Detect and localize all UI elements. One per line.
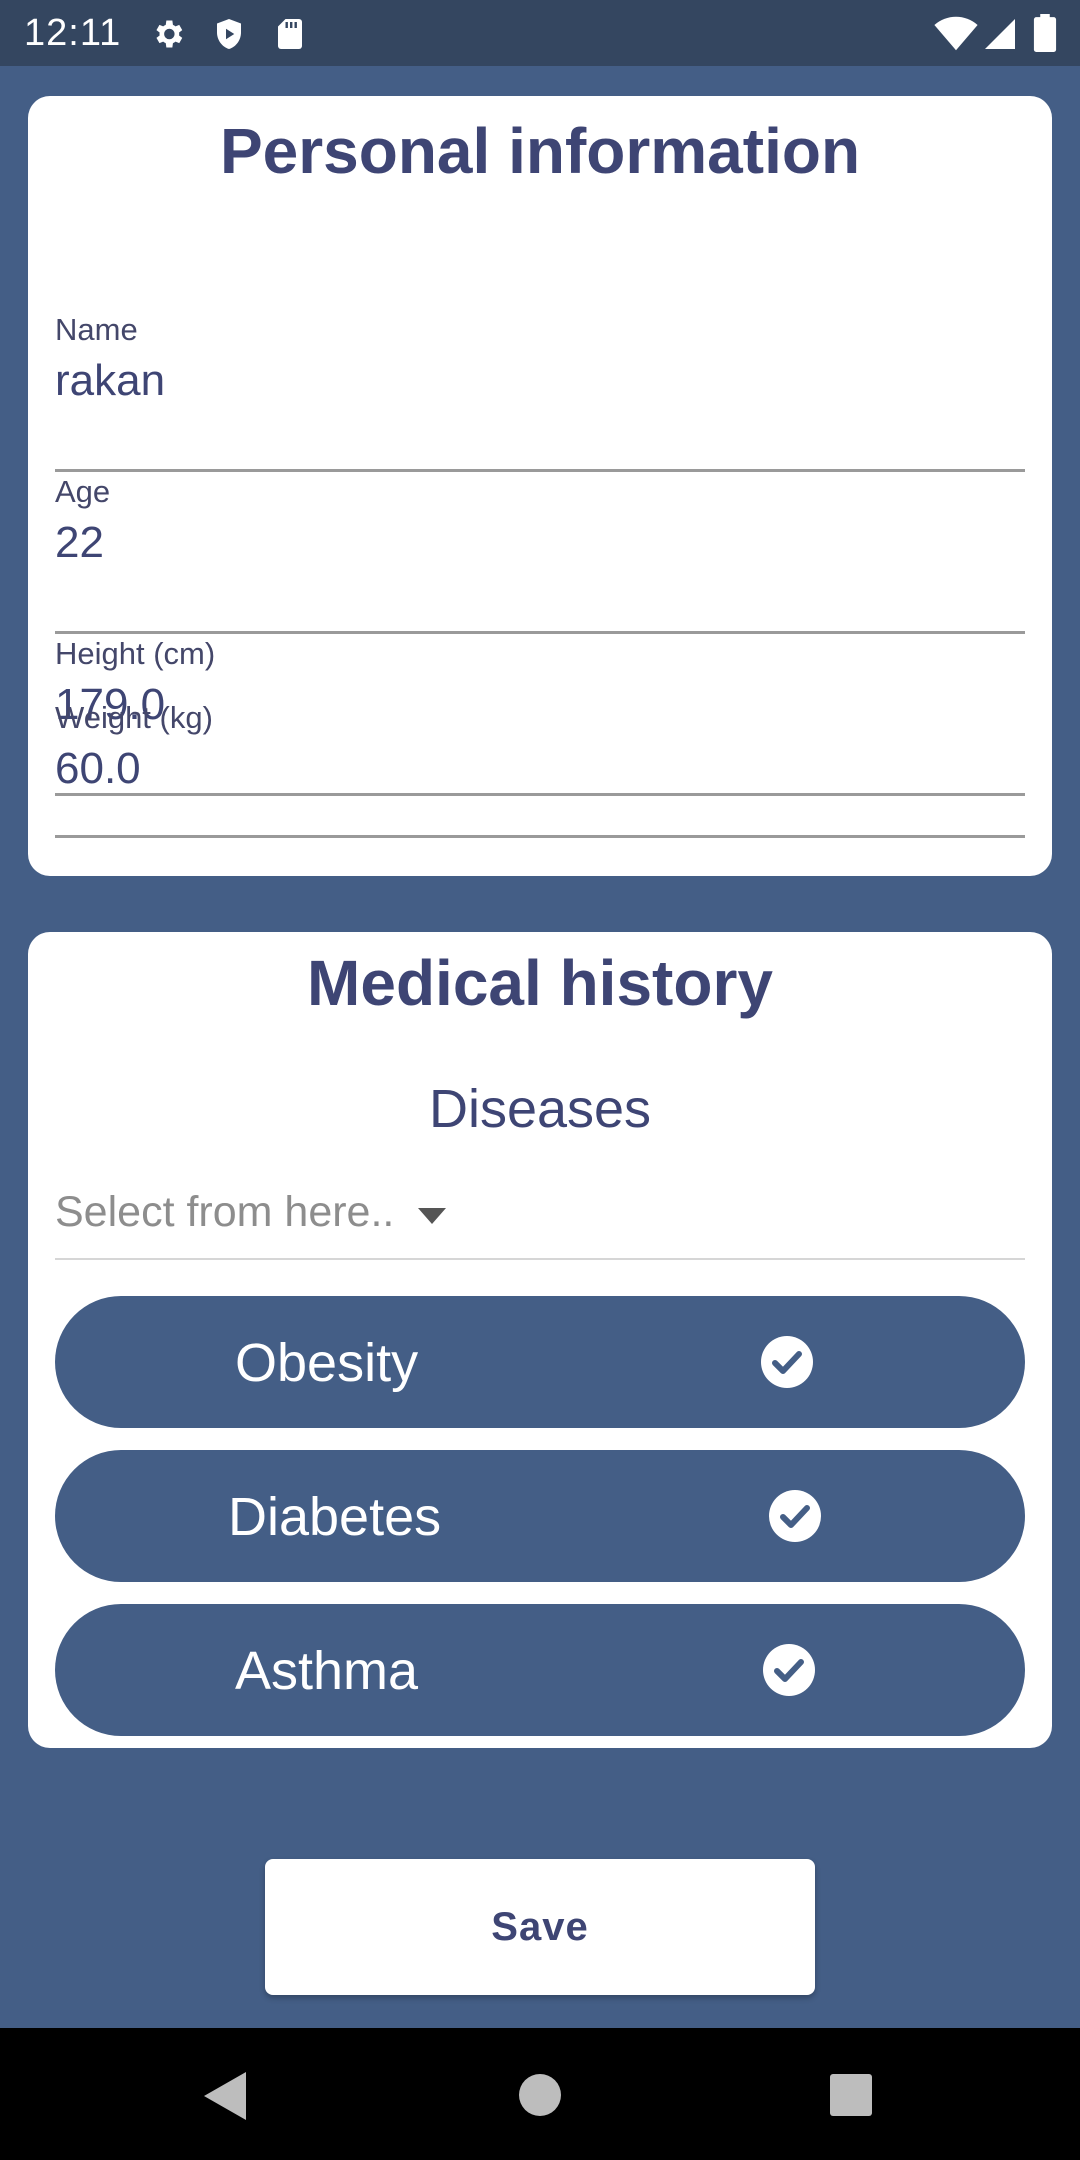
check-circle-icon[interactable]	[761, 1336, 813, 1388]
recents-icon[interactable]	[830, 2074, 872, 2116]
disease-chip-diabetes[interactable]: Diabetes	[55, 1450, 1025, 1582]
name-value[interactable]: rakan	[55, 356, 165, 406]
name-underline	[55, 469, 1025, 472]
weight-field[interactable]: Weight (kg) 60.0	[55, 700, 1025, 838]
home-icon[interactable]	[519, 2074, 561, 2116]
personal-info-title: Personal information	[219, 115, 861, 187]
battery-icon	[1033, 14, 1057, 52]
age-field[interactable]: Age 22	[55, 474, 1025, 634]
disease-chip-label: Asthma	[235, 1641, 419, 1701]
age-underline	[55, 631, 1025, 634]
medical-history-card: Medical history Diseases Select from her…	[28, 932, 1052, 1748]
check-circle-icon[interactable]	[763, 1644, 815, 1696]
signal-icon	[985, 19, 1015, 49]
shield-icon	[217, 19, 241, 49]
disease-chip-label: Diabetes	[228, 1487, 442, 1547]
back-icon[interactable]	[204, 2072, 246, 2120]
weight-underline	[55, 835, 1025, 838]
select-underline	[55, 1258, 1025, 1260]
medical-history-title: Medical history	[307, 947, 773, 1019]
status-time: 12:11	[24, 12, 122, 54]
select-placeholder: Select from here..	[55, 1188, 395, 1236]
status-bar: 12:11	[0, 0, 1080, 66]
disease-chip-obesity[interactable]: Obesity	[55, 1296, 1025, 1428]
weight-label: Weight (kg)	[55, 700, 213, 735]
name-field[interactable]: Name rakan	[55, 312, 1025, 472]
wifi-icon	[934, 16, 978, 51]
diseases-heading: Diseases	[428, 1079, 652, 1139]
chevron-down-icon	[418, 1208, 446, 1224]
height-label: Height (cm)	[55, 636, 216, 671]
age-value[interactable]: 22	[55, 518, 104, 568]
settings-icon	[156, 20, 183, 48]
name-label: Name	[55, 312, 138, 347]
disease-chip-label: Obesity	[235, 1333, 419, 1393]
navigation-bar	[0, 2028, 1080, 2160]
sd-card-icon	[278, 19, 302, 49]
disease-chip-asthma[interactable]: Asthma	[55, 1604, 1025, 1736]
check-circle-icon[interactable]	[769, 1490, 821, 1542]
age-label: Age	[55, 474, 111, 509]
weight-value[interactable]: 60.0	[55, 744, 141, 794]
save-button[interactable]: Save	[265, 1859, 815, 1995]
diseases-select[interactable]: Select from here..	[55, 1180, 1025, 1260]
